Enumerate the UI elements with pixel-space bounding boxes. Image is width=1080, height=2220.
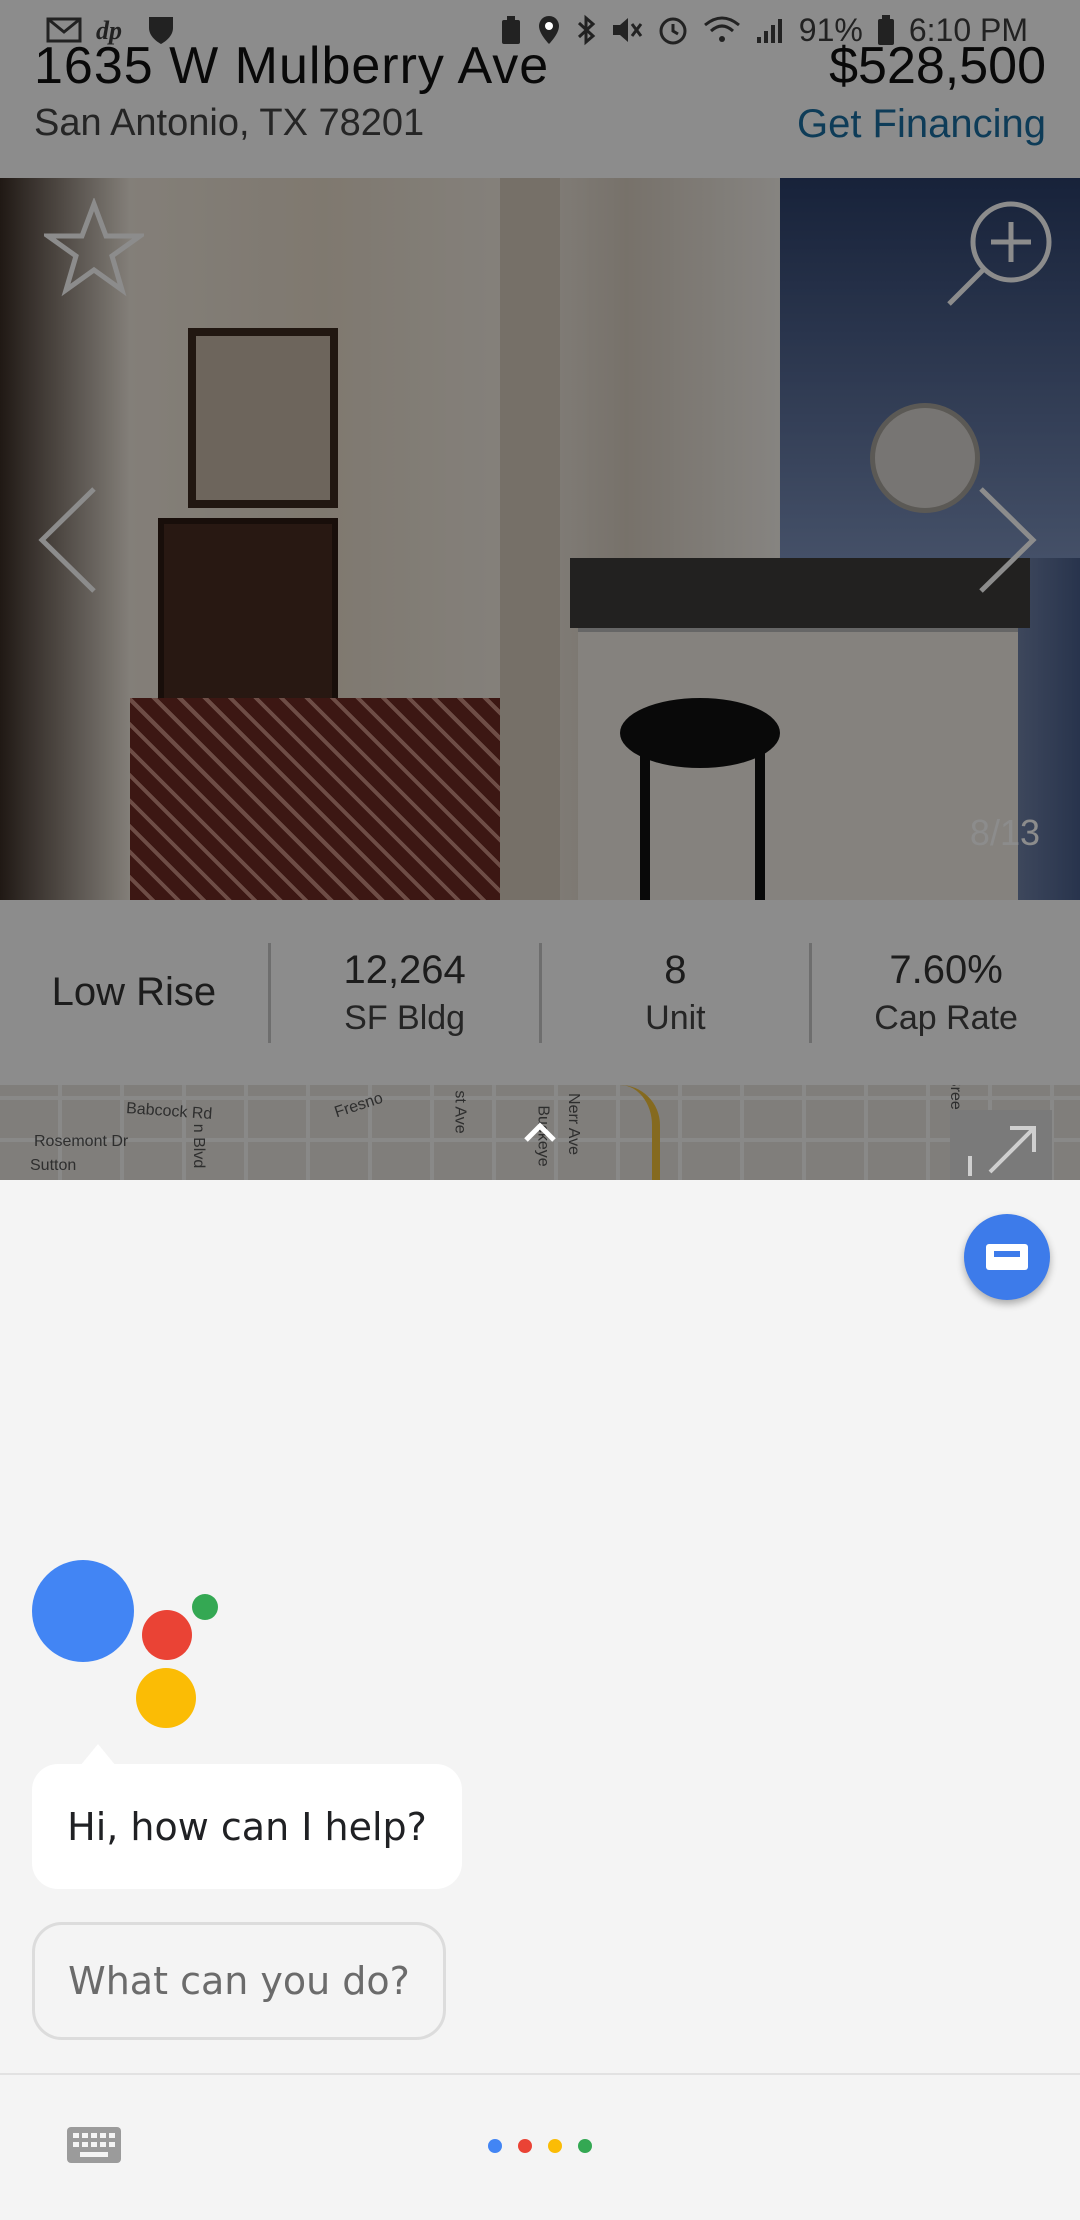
assistant-logo-blue-dot: [32, 1560, 134, 1662]
bubble-tail: [80, 1744, 116, 1766]
dot-green: [578, 2139, 592, 2153]
keyboard-toggle-button[interactable]: [964, 1214, 1050, 1300]
bluetooth-icon: [577, 14, 596, 46]
assistant-greeting: Hi, how can I help?: [32, 1764, 462, 1889]
dim-overlay[interactable]: [0, 0, 1080, 1180]
chevron-up-icon[interactable]: [522, 1118, 558, 1146]
suggestion-chip[interactable]: What can you do?: [32, 1922, 446, 2040]
assistant-logo-green-dot: [192, 1594, 218, 1620]
expand-icon[interactable]: [950, 1110, 1052, 1180]
gmail-icon: [46, 17, 82, 43]
dot-blue: [488, 2139, 502, 2153]
clock: 6:10 PM: [908, 11, 1028, 48]
status-bar: dp 91% 6:10 PM: [0, 0, 1080, 60]
recycle-icon: [501, 16, 520, 44]
assistant-listening-dots[interactable]: [488, 2139, 592, 2153]
assistant-logo-yellow-dot: [136, 1668, 196, 1728]
battery-percent: 91%: [798, 11, 863, 48]
signal-icon: [756, 19, 782, 43]
dot-yellow: [548, 2139, 562, 2153]
battery-icon: [877, 15, 894, 45]
bottom-divider: [0, 2073, 1080, 2075]
mute-icon: [612, 18, 642, 42]
dot-red: [518, 2139, 532, 2153]
wifi-icon: [703, 16, 740, 42]
svg-text:dp: dp: [96, 16, 122, 45]
location-icon: [538, 16, 559, 44]
alarm-icon: [659, 17, 687, 45]
keyboard-icon[interactable]: [66, 2126, 122, 2164]
assistant-logo-red-dot: [142, 1610, 192, 1660]
app-notification-icon: dp: [96, 16, 122, 45]
keyboard-icon: [986, 1244, 1028, 1270]
shield-icon: [149, 17, 173, 44]
